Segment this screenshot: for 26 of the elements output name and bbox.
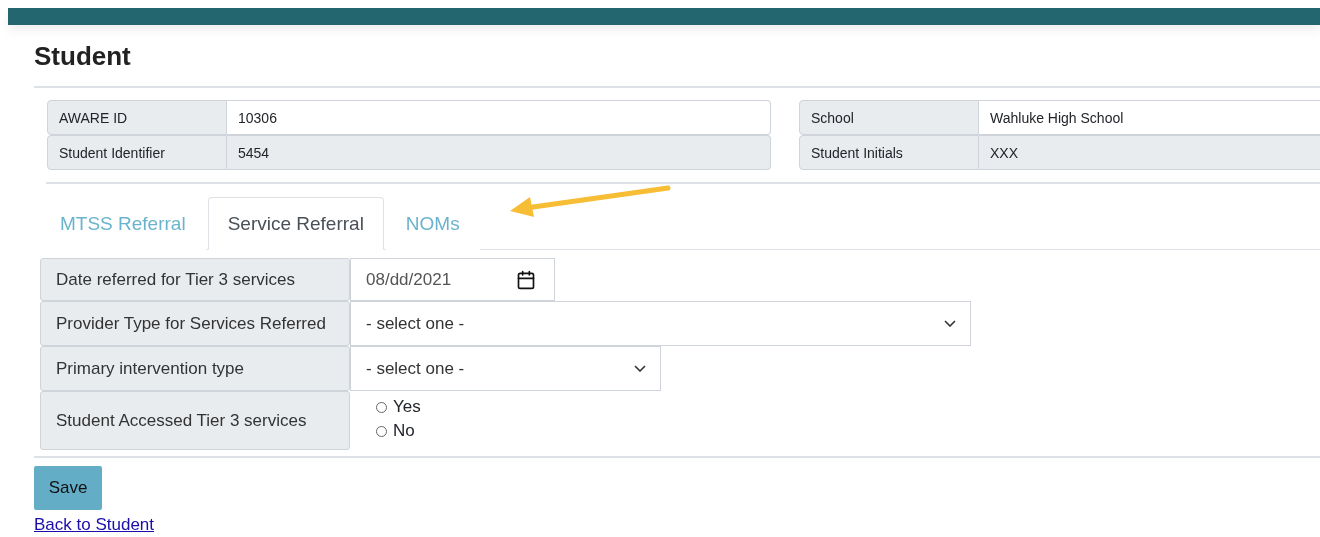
radio-button[interactable] bbox=[376, 401, 387, 413]
select-field[interactable]: - select one - bbox=[350, 301, 971, 346]
field-label: Primary intervention type bbox=[40, 346, 350, 391]
select-field[interactable]: - select one - bbox=[350, 346, 661, 391]
field-label: Student Identifier bbox=[47, 135, 227, 170]
field-label: Student Accessed Tier 3 services bbox=[40, 391, 350, 450]
chevron-down-icon bbox=[634, 365, 646, 372]
info-field: 5454 bbox=[227, 135, 771, 170]
info-field: 10306 bbox=[227, 100, 771, 135]
field-label: School bbox=[799, 100, 979, 135]
back-link[interactable]: Back to Student bbox=[34, 515, 155, 535]
calendar-icon[interactable] bbox=[516, 269, 536, 290]
date-field[interactable]: 08/dd/2021 bbox=[350, 258, 555, 301]
field-label: AWARE ID bbox=[47, 100, 227, 135]
save-button[interactable]: Save bbox=[34, 466, 102, 510]
field-label: Student Initials bbox=[799, 135, 979, 170]
info-field: XXX bbox=[979, 135, 1320, 170]
page-title: Student bbox=[34, 41, 132, 72]
field-label: Date referred for Tier 3 services bbox=[40, 258, 350, 301]
tab[interactable]: Service Referral bbox=[207, 197, 384, 250]
radio-label: No bbox=[393, 421, 415, 441]
radio-label: Yes bbox=[393, 397, 421, 417]
info-field: Wahluke High School bbox=[979, 100, 1320, 135]
radio-button[interactable] bbox=[376, 425, 387, 437]
chevron-down-icon bbox=[944, 320, 956, 327]
field-label: Provider Type for Services Referred bbox=[40, 301, 350, 346]
